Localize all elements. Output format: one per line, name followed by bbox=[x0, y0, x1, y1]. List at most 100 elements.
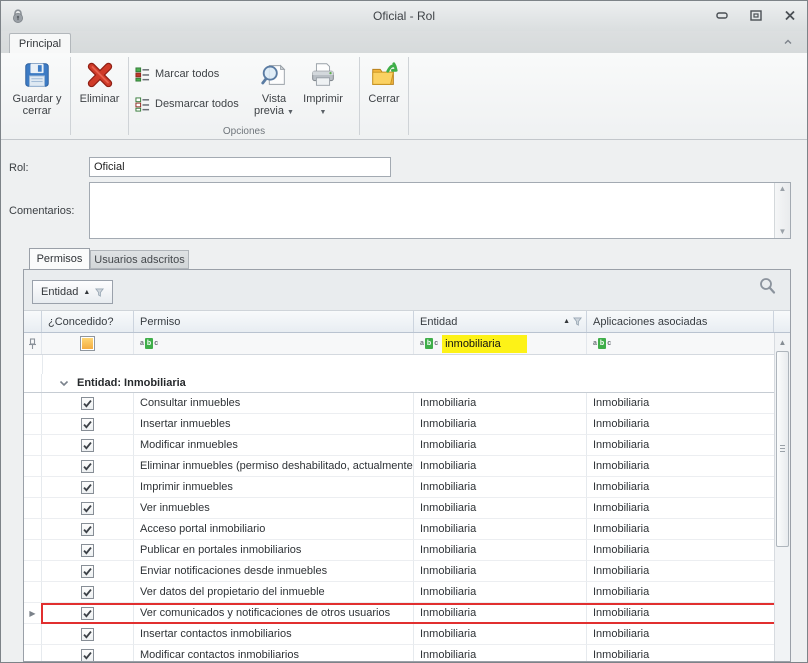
entidad-cell[interactable]: Inmobiliaria bbox=[414, 435, 587, 456]
permiso-cell[interactable]: Publicar en portales inmobiliarios bbox=[134, 540, 414, 561]
delete-button[interactable]: Eliminar bbox=[73, 56, 126, 126]
column-header-aplicaciones[interactable]: Aplicaciones asociadas bbox=[587, 311, 774, 332]
permiso-cell[interactable]: Consultar inmuebles bbox=[134, 393, 414, 414]
aplicaciones-cell[interactable]: Inmobiliaria bbox=[587, 645, 774, 661]
entidad-cell[interactable]: Inmobiliaria bbox=[414, 477, 587, 498]
aplicaciones-cell[interactable]: Inmobiliaria bbox=[587, 498, 774, 519]
granted-checkbox[interactable] bbox=[81, 649, 94, 662]
column-header-permiso[interactable]: Permiso bbox=[134, 311, 414, 332]
granted-checkbox[interactable] bbox=[81, 523, 94, 536]
concedido-cell[interactable] bbox=[42, 624, 134, 645]
filter-funnel-icon[interactable] bbox=[573, 317, 582, 326]
group-row-entidad-inmobiliaria[interactable]: Entidad: Inmobiliaria bbox=[24, 374, 774, 393]
filter-concedido-cell[interactable] bbox=[42, 333, 134, 354]
granted-checkbox[interactable] bbox=[81, 418, 94, 431]
table-row[interactable]: Acceso portal inmobiliario Inmobiliaria … bbox=[24, 519, 790, 540]
comments-textarea[interactable]: ▲ ▼ bbox=[89, 182, 791, 239]
table-row[interactable]: Publicar en portales inmobiliarios Inmob… bbox=[24, 540, 790, 561]
permiso-cell[interactable]: Acceso portal inmobiliario bbox=[134, 519, 414, 540]
concedido-cell[interactable] bbox=[42, 498, 134, 519]
group-by-chip-entidad[interactable]: Entidad ▲ bbox=[32, 280, 113, 304]
scroll-up-icon[interactable]: ▲ bbox=[779, 185, 787, 193]
chevron-down-icon[interactable] bbox=[59, 380, 69, 387]
aplicaciones-cell[interactable]: Inmobiliaria bbox=[587, 582, 774, 603]
table-row[interactable]: Imprimir inmuebles Inmobiliaria Inmobili… bbox=[24, 477, 790, 498]
entidad-cell[interactable]: Inmobiliaria bbox=[414, 582, 587, 603]
entidad-cell[interactable]: Inmobiliaria bbox=[414, 519, 587, 540]
entidad-cell[interactable]: Inmobiliaria bbox=[414, 498, 587, 519]
tab-permisos[interactable]: Permisos bbox=[29, 248, 90, 269]
aplicaciones-cell[interactable]: Inmobiliaria bbox=[587, 624, 774, 645]
table-row[interactable]: Modificar contactos inmobiliarios Inmobi… bbox=[24, 645, 790, 661]
aplicaciones-cell[interactable]: Inmobiliaria bbox=[587, 435, 774, 456]
close-form-button[interactable]: Cerrar bbox=[362, 56, 406, 126]
entidad-cell[interactable]: Inmobiliaria bbox=[414, 540, 587, 561]
unmark-all-button[interactable]: Desmarcar todos bbox=[135, 93, 239, 115]
table-row[interactable]: ▶ Ver comunicados y notificaciones de ot… bbox=[24, 603, 790, 624]
concedido-cell[interactable] bbox=[42, 603, 134, 624]
table-row[interactable]: Insertar inmuebles Inmobiliaria Inmobili… bbox=[24, 414, 790, 435]
filter-entidad-cell[interactable]: abc inmobiliaria bbox=[414, 333, 587, 354]
entidad-filter-value[interactable]: inmobiliaria bbox=[442, 335, 527, 353]
concedido-cell[interactable] bbox=[42, 645, 134, 661]
tab-principal[interactable]: Principal bbox=[9, 33, 71, 54]
column-header-concedido[interactable]: ¿Concedido? bbox=[42, 311, 134, 332]
entidad-cell[interactable]: Inmobiliaria bbox=[414, 603, 587, 624]
entidad-cell[interactable]: Inmobiliaria bbox=[414, 414, 587, 435]
print-preview-button[interactable]: Vista previa ▼ bbox=[250, 56, 298, 126]
permiso-cell[interactable]: Modificar contactos inmobiliarios bbox=[134, 645, 414, 661]
granted-checkbox[interactable] bbox=[81, 439, 94, 452]
grid-vertical-scrollbar[interactable]: ▲ bbox=[774, 333, 790, 661]
filter-checkbox-indeterminate[interactable] bbox=[80, 336, 95, 351]
aplicaciones-cell[interactable]: Inmobiliaria bbox=[587, 561, 774, 582]
scrollbar-thumb[interactable] bbox=[776, 351, 789, 547]
entidad-cell[interactable]: Inmobiliaria bbox=[414, 456, 587, 477]
concedido-cell[interactable] bbox=[42, 561, 134, 582]
entidad-cell[interactable]: Inmobiliaria bbox=[414, 561, 587, 582]
concedido-cell[interactable] bbox=[42, 519, 134, 540]
table-row[interactable]: Ver inmuebles Inmobiliaria Inmobiliaria bbox=[24, 498, 790, 519]
granted-checkbox[interactable] bbox=[81, 460, 94, 473]
close-button[interactable] bbox=[781, 7, 799, 23]
permiso-cell[interactable]: Modificar inmuebles bbox=[134, 435, 414, 456]
entidad-cell[interactable]: Inmobiliaria bbox=[414, 393, 587, 414]
granted-checkbox[interactable] bbox=[81, 565, 94, 578]
concedido-cell[interactable] bbox=[42, 456, 134, 477]
granted-checkbox[interactable] bbox=[81, 397, 94, 410]
aplicaciones-cell[interactable]: Inmobiliaria bbox=[587, 456, 774, 477]
granted-checkbox[interactable] bbox=[81, 502, 94, 515]
granted-checkbox[interactable] bbox=[81, 586, 94, 599]
filter-permiso-cell[interactable]: abc bbox=[134, 333, 414, 354]
ribbon-collapse-icon[interactable] bbox=[783, 37, 793, 49]
minimize-button[interactable] bbox=[713, 7, 731, 23]
aplicaciones-cell[interactable]: Inmobiliaria bbox=[587, 477, 774, 498]
concedido-cell[interactable] bbox=[42, 540, 134, 561]
granted-checkbox[interactable] bbox=[81, 628, 94, 641]
table-row[interactable]: Consultar inmuebles Inmobiliaria Inmobil… bbox=[24, 393, 790, 414]
permiso-cell[interactable]: Eliminar inmuebles (permiso deshabilitad… bbox=[134, 456, 414, 477]
concedido-cell[interactable] bbox=[42, 414, 134, 435]
concedido-cell[interactable] bbox=[42, 582, 134, 603]
permiso-cell[interactable]: Imprimir inmuebles bbox=[134, 477, 414, 498]
scroll-down-icon[interactable]: ▼ bbox=[779, 228, 787, 236]
permiso-cell[interactable]: Insertar inmuebles bbox=[134, 414, 414, 435]
filter-aplicaciones-cell[interactable]: abc bbox=[587, 333, 774, 354]
granted-checkbox[interactable] bbox=[81, 544, 94, 557]
table-row[interactable]: Eliminar inmuebles (permiso deshabilitad… bbox=[24, 456, 790, 477]
entidad-cell[interactable]: Inmobiliaria bbox=[414, 645, 587, 661]
concedido-cell[interactable] bbox=[42, 435, 134, 456]
aplicaciones-cell[interactable]: Inmobiliaria bbox=[587, 519, 774, 540]
permiso-cell[interactable]: Ver comunicados y notificaciones de otro… bbox=[134, 603, 414, 624]
table-row[interactable]: Enviar notificaciones desde inmuebles In… bbox=[24, 561, 790, 582]
aplicaciones-cell[interactable]: Inmobiliaria bbox=[587, 414, 774, 435]
aplicaciones-cell[interactable]: Inmobiliaria bbox=[587, 540, 774, 561]
table-row[interactable]: Modificar inmuebles Inmobiliaria Inmobil… bbox=[24, 435, 790, 456]
granted-checkbox[interactable] bbox=[81, 607, 94, 620]
entidad-cell[interactable]: Inmobiliaria bbox=[414, 624, 587, 645]
restore-button[interactable] bbox=[747, 7, 765, 23]
table-row[interactable]: Ver datos del propietario del inmueble I… bbox=[24, 582, 790, 603]
rol-input[interactable] bbox=[89, 157, 391, 177]
permiso-cell[interactable]: Enviar notificaciones desde inmuebles bbox=[134, 561, 414, 582]
tab-usuarios-adscritos[interactable]: Usuarios adscritos bbox=[90, 250, 189, 269]
aplicaciones-cell[interactable]: Inmobiliaria bbox=[587, 603, 774, 624]
